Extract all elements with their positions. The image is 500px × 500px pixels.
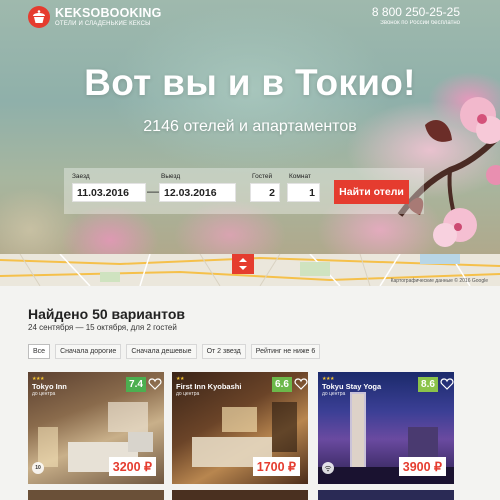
filter-rating-six[interactable]: Рейтинг не ниже 6	[250, 344, 321, 359]
map-toggle-button[interactable]	[232, 254, 254, 274]
rooms-label: Комнат	[289, 173, 311, 180]
rooms-field[interactable]: 1	[287, 183, 320, 202]
date-separator: —	[147, 184, 159, 198]
wifi-icon	[322, 462, 334, 474]
hotel-card[interactable]: ★★★ Tokyu Stay Yoga до центра 8.6 3900 ₽	[318, 372, 454, 484]
hotel-name: Tokyu Stay Yoga	[322, 382, 382, 391]
brand-name: KEKSOBOOKING	[55, 5, 162, 20]
results-count: Найдено 50 вариантов	[28, 306, 185, 322]
brand-tagline: ОТЕЛИ И СЛАДЕНЬКИЕ КЕКСЫ	[55, 20, 151, 27]
hotel-rating: 8.6	[418, 377, 438, 392]
filter-all[interactable]: Все	[28, 344, 51, 359]
heart-icon[interactable]	[148, 377, 162, 391]
filter-two-stars[interactable]: От 2 звезд	[201, 344, 246, 359]
results-dates: 24 сентября — 15 октября, для 2 гостей	[28, 323, 177, 332]
hotel-card[interactable]: ★★ First Inn Kyobashi до центра 6.6 1700…	[172, 372, 308, 484]
award-icon: 10	[32, 462, 44, 474]
hotel-name: Tokyo Inn	[32, 382, 67, 391]
hero: KEKSOBOOKING ОТЕЛИ И СЛАДЕНЬКИЕ КЕКСЫ 8 …	[0, 0, 500, 254]
hotel-card-next[interactable]	[318, 490, 454, 500]
find-hotels-button[interactable]: Найти отели	[334, 180, 409, 204]
filter-cheap-first[interactable]: Сначала дешевые	[126, 344, 197, 359]
search-form: Заезд 11.03.2016 Выезд 12.03.2016 Гостей…	[64, 168, 424, 214]
contact-block: 8 800 250-25-25 Звонок по России бесплат…	[372, 5, 460, 27]
hotel-price: 3900 ₽	[398, 457, 446, 476]
hotel-price: 3200 ₽	[108, 457, 156, 476]
map-copyright: Картографические данные © 2016 Google	[390, 278, 488, 284]
filter-expensive-first[interactable]: Сначала дорогие	[55, 344, 122, 359]
filter-bar: Все Сначала дорогие Сначала дешевые От 2…	[28, 344, 321, 359]
hotel-price: 1700 ₽	[252, 457, 300, 476]
heart-icon[interactable]	[440, 377, 454, 391]
brand-logo[interactable]: KEKSOBOOKING ОТЕЛИ И СЛАДЕНЬКИЕ КЕКСЫ	[28, 6, 162, 28]
hero-subtitle: 2146 отелей и апартаментов	[143, 118, 357, 135]
checkout-field[interactable]: 12.03.2016	[159, 183, 236, 202]
hotel-rating: 7.4	[126, 377, 146, 392]
hotel-card[interactable]: ★★★ Tokyo Inn до центра 7.4 10 3200 ₽	[28, 372, 164, 484]
checkin-label: Заезд	[72, 173, 90, 180]
hero-title: Вот вы и в Токио!	[84, 62, 416, 103]
hotel-name: First Inn Kyobashi	[176, 382, 242, 391]
hotel-card-next[interactable]	[28, 490, 164, 500]
heart-icon[interactable]	[294, 377, 308, 391]
hotel-card-next[interactable]	[172, 490, 308, 500]
hotel-distance: до центра	[32, 391, 56, 397]
guests-field[interactable]: 2	[250, 183, 280, 202]
hotel-distance: до центра	[176, 391, 200, 397]
phone-note: Звонок по России бесплатно	[380, 20, 460, 26]
phone-number[interactable]: 8 800 250-25-25	[372, 5, 460, 19]
map-toggle-icon	[239, 258, 247, 270]
checkin-field[interactable]: 11.03.2016	[72, 183, 146, 202]
checkout-label: Выезд	[161, 173, 181, 180]
cupcake-icon	[28, 6, 50, 28]
hotel-rating: 6.6	[272, 377, 292, 392]
hotel-distance: до центра	[322, 391, 346, 397]
guests-label: Гостей	[252, 173, 273, 180]
